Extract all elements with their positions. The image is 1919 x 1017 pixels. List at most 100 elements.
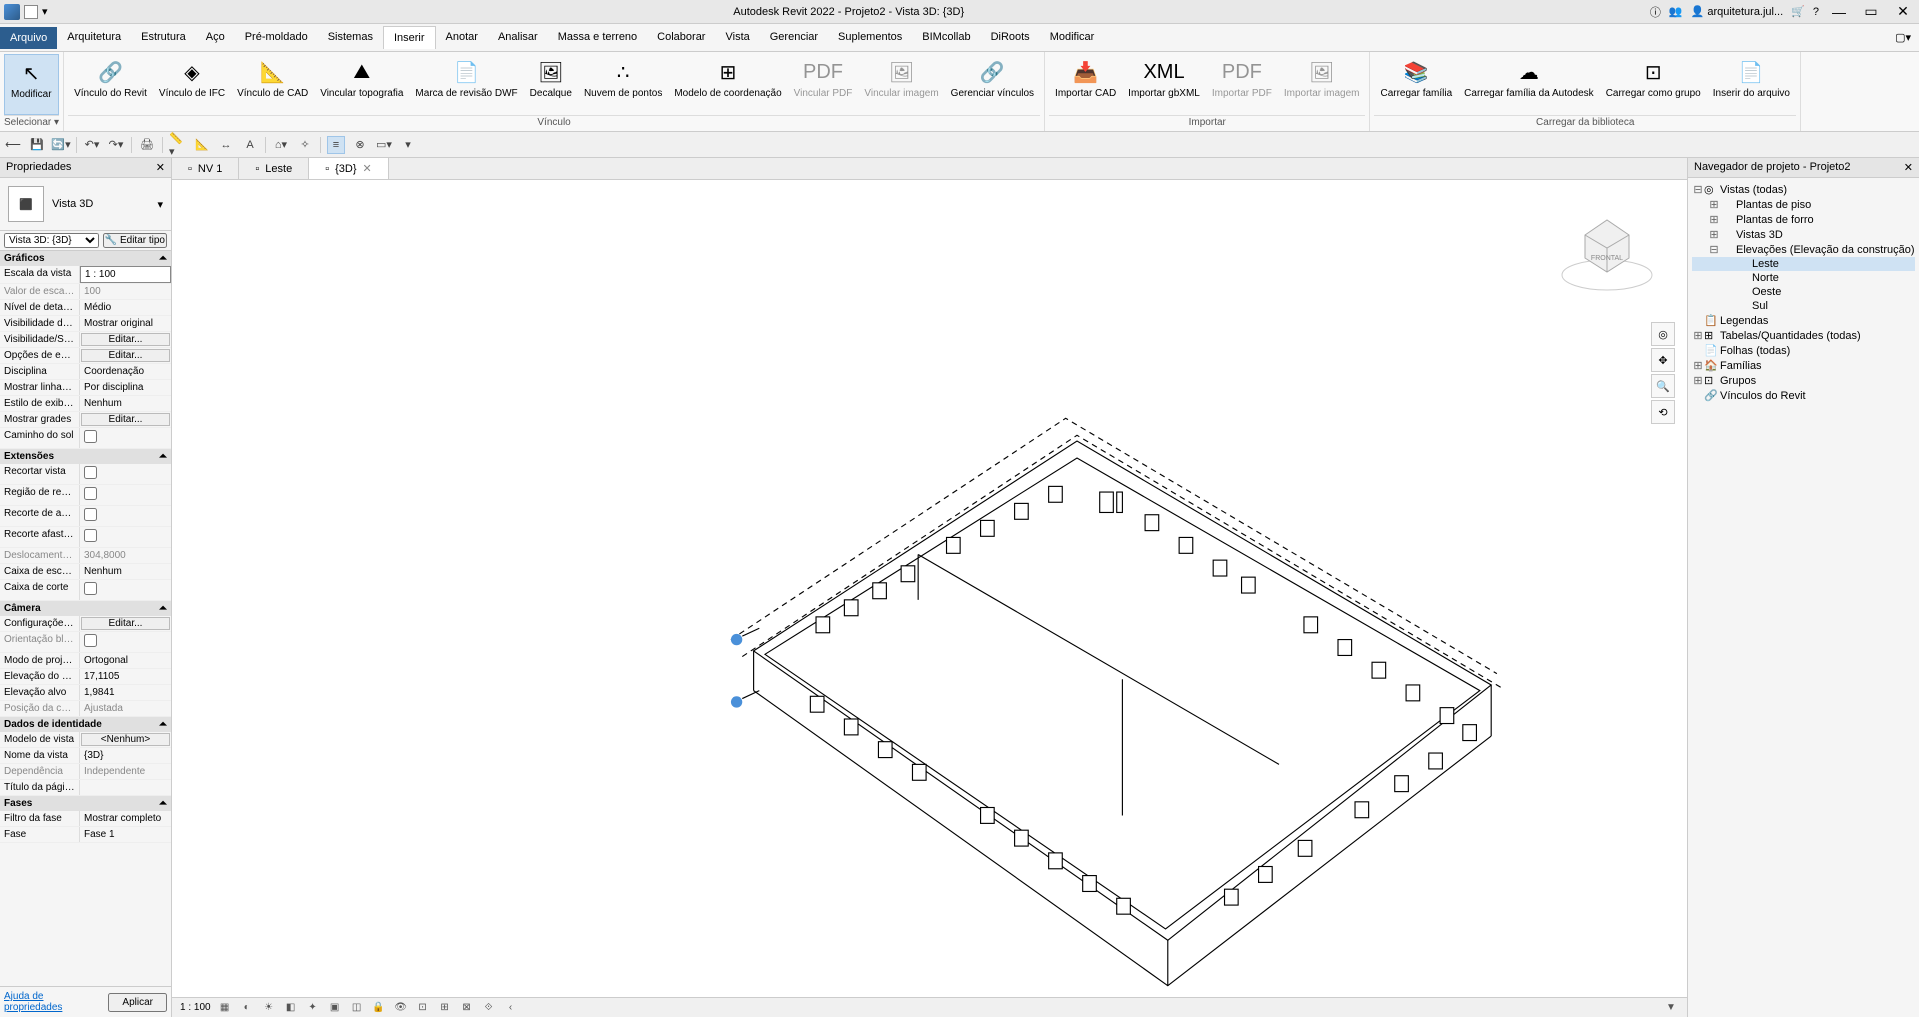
prop-category[interactable]: Gráficos⏶ (0, 251, 171, 266)
tree-item[interactable]: ⊞🏠Famílias (1692, 358, 1915, 373)
thin-lines-icon[interactable]: ≡ (327, 136, 345, 154)
prop-checkbox[interactable] (84, 634, 97, 647)
menu-tab-bimcollab[interactable]: BIMcollab (912, 26, 980, 49)
expand-icon[interactable]: ⊟ (1692, 183, 1704, 196)
tree-item[interactable]: ⊞⊡Grupos (1692, 373, 1915, 388)
reveal-icon[interactable]: ⊡ (415, 1000, 431, 1016)
prop-value[interactable]: Nenhum (80, 396, 171, 411)
menu-tab-sistemas[interactable]: Sistemas (318, 26, 383, 49)
tree-item[interactable]: 🔗Vínculos do Revit (1692, 388, 1915, 403)
menu-tab-anotar[interactable]: Anotar (436, 26, 488, 49)
tree-item[interactable]: ⊞⊞Tabelas/Quantidades (todas) (1692, 328, 1915, 343)
visual-style-icon[interactable]: ◐ (239, 1000, 255, 1016)
ribbon-vínculo-de-cad[interactable]: 📐Vínculo de CAD (231, 54, 314, 115)
scale-label[interactable]: 1 : 100 (180, 1002, 211, 1013)
prop-value[interactable] (80, 780, 171, 795)
ribbon-help-icon[interactable]: ▢▾ (1895, 31, 1919, 44)
properties-close-icon[interactable]: ✕ (156, 161, 165, 174)
steering-wheel-icon[interactable]: ◎ (1651, 322, 1675, 346)
prop-value[interactable]: Por disciplina (80, 380, 171, 395)
tree-item[interactable]: Leste (1692, 257, 1915, 271)
ribbon-inserir-do-arquivo[interactable]: 📄Inserir do arquivo (1707, 54, 1796, 115)
prop-checkbox[interactable] (84, 529, 97, 542)
prop-value[interactable] (80, 580, 171, 600)
prop-value[interactable] (80, 527, 171, 547)
text-icon[interactable]: A (241, 136, 259, 154)
prop-value[interactable] (80, 485, 171, 505)
prop-edit-button[interactable]: Editar... (81, 349, 170, 362)
prop-value[interactable]: Nenhum (80, 564, 171, 579)
close-hidden-icon[interactable]: ⊗ (351, 136, 369, 154)
tree-item[interactable]: ⊞Vistas 3D (1692, 227, 1915, 242)
worksharing-icon[interactable]: ⊞ (437, 1000, 453, 1016)
expand-icon[interactable]: ⊟ (1708, 243, 1720, 256)
tree-item[interactable]: 📄Folhas (todas) (1692, 343, 1915, 358)
prop-value[interactable]: Mostrar original (80, 316, 171, 331)
browser-close-icon[interactable]: ✕ (1904, 161, 1913, 174)
user-icon[interactable]: 👥 (1669, 5, 1683, 18)
menu-tab-vista[interactable]: Vista (715, 26, 759, 49)
prop-value[interactable]: {3D} (80, 748, 171, 763)
view-tab[interactable]: ▫NV 1 (172, 158, 239, 179)
ribbon-nuvem-de-pontos[interactable]: ∴Nuvem de pontos (578, 54, 668, 115)
viewcube[interactable]: FRONTAL (1557, 200, 1657, 300)
tree-item[interactable]: ⊞Plantas de piso (1692, 197, 1915, 212)
ribbon-modelo-de-coordenação[interactable]: ⊞Modelo de coordenação (668, 54, 787, 115)
ribbon-vínculo-do-revit[interactable]: 🔗Vínculo do Revit (68, 54, 153, 115)
nav-bar[interactable]: ◎ ✥ 🔍 ⟲ (1649, 320, 1677, 426)
menu-tab-estrutura[interactable]: Estrutura (131, 26, 196, 49)
save-icon[interactable]: 💾 (28, 136, 46, 154)
help-icon[interactable]: ? (1813, 6, 1819, 18)
prop-value[interactable]: Mostrar completo (80, 811, 171, 826)
prop-edit-button[interactable]: Editar... (81, 617, 170, 630)
temp-hide-icon[interactable]: 👁 (393, 1000, 409, 1016)
undo-icon[interactable]: ↶▾ (83, 136, 101, 154)
ribbon-decalque[interactable]: 🖼Decalque (524, 54, 578, 115)
close-button[interactable]: ✕ (1891, 3, 1915, 20)
expand-icon[interactable]: ‹ (503, 1000, 519, 1016)
sync-icon[interactable]: 🔄▾ (52, 136, 70, 154)
prop-edit-button[interactable]: Editar... (81, 413, 170, 426)
crop-region-icon[interactable]: ◫ (349, 1000, 365, 1016)
cart-icon[interactable]: 🛒 (1791, 5, 1805, 18)
menu-tab-suplementos[interactable]: Suplementos (828, 26, 912, 49)
prop-checkbox[interactable] (84, 487, 97, 500)
ribbon-vincular-topografia[interactable]: ⛰Vincular topografia (314, 54, 409, 115)
customize-icon[interactable]: ▾ (399, 136, 417, 154)
analytical-icon[interactable]: ⊠ (459, 1000, 475, 1016)
ribbon-carregar-família-da-autodesk[interactable]: ☁Carregar família da Autodesk (1458, 54, 1600, 115)
measure-icon[interactable]: 📏▾ (169, 136, 187, 154)
switch-windows-icon[interactable]: ▭▾ (375, 136, 393, 154)
crop-icon[interactable]: ▣ (327, 1000, 343, 1016)
3d-icon[interactable]: ⌂▾ (272, 136, 290, 154)
section-icon[interactable]: ✧ (296, 136, 314, 154)
prop-category[interactable]: Extensões⏶ (0, 449, 171, 464)
prop-edit-button[interactable]: Editar... (81, 333, 170, 346)
dimension-icon[interactable]: ↔ (217, 136, 235, 154)
instance-filter[interactable]: Vista 3D: {3D} (4, 233, 99, 248)
ribbon-vínculo-de-ifc[interactable]: ◈Vínculo de IFC (153, 54, 231, 115)
ribbon-gerenciar-vínculos[interactable]: 🔗Gerenciar vínculos (945, 54, 1040, 115)
tree-item[interactable]: ⊞Plantas de forro (1692, 212, 1915, 227)
menu-tab-modificar[interactable]: Modificar (1040, 26, 1105, 49)
modify-button[interactable]: ↖ Modificar (4, 54, 59, 115)
prop-value[interactable]: Coordenação (80, 364, 171, 379)
edit-type-button[interactable]: 🔧 Editar tipo (103, 233, 167, 248)
lock-icon[interactable]: 🔒 (371, 1000, 387, 1016)
type-selector[interactable]: Vista 3D▾ (52, 198, 163, 211)
prop-value[interactable]: Médio (80, 300, 171, 315)
prop-category[interactable]: Câmera⏶ (0, 601, 171, 616)
filter-icon[interactable]: ▼ (1663, 1000, 1679, 1016)
ribbon-importar-cad[interactable]: 📥Importar CAD (1049, 54, 1122, 115)
user-account[interactable]: 👤 arquitetura.jul... (1691, 5, 1784, 18)
prop-value[interactable]: Ortogonal (80, 653, 171, 668)
tree-item[interactable]: Sul (1692, 299, 1915, 313)
prop-edit-button[interactable]: <Nenhum> (81, 733, 170, 746)
ribbon-carregar-família[interactable]: 📚Carregar família (1374, 54, 1458, 115)
menu-tab-colaborar[interactable]: Colaborar (647, 26, 715, 49)
view-tab[interactable]: ▫{3D}✕ (309, 158, 389, 179)
properties-help-link[interactable]: Ajuda de propriedades (4, 991, 100, 1013)
maximize-button[interactable]: ▭ (1859, 3, 1883, 20)
menu-tab-massa e terreno[interactable]: Massa e terreno (548, 26, 647, 49)
shadows-icon[interactable]: ◧ (283, 1000, 299, 1016)
